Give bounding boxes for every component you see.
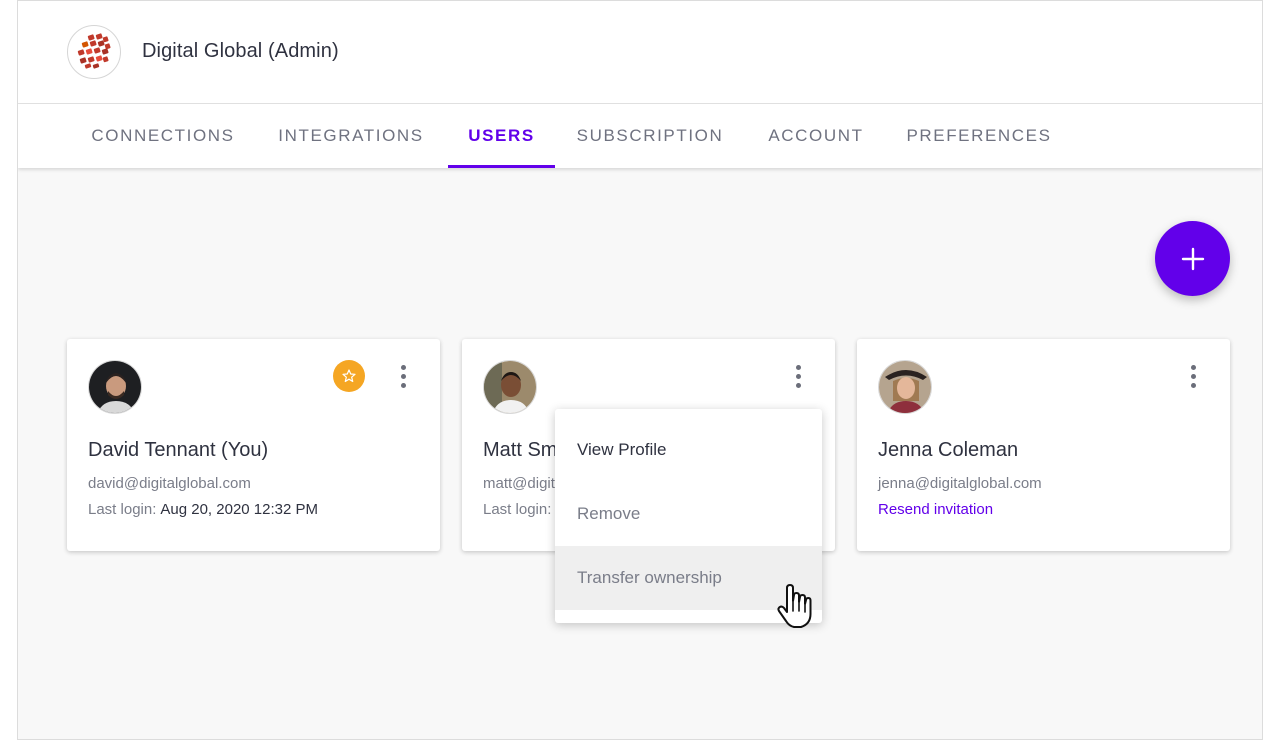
org-title: Digital Global (Admin) [142,40,339,62]
resend-invitation-link[interactable]: Resend invitation [878,501,993,518]
owner-badge [333,360,365,392]
user-card-david: David Tennant (You) david@digitalglobal.… [67,339,440,551]
more-options-icon[interactable] [786,361,810,391]
last-login-label: Last login: [88,501,157,518]
last-login: Last login: [483,501,563,518]
user-name: David Tennant (You) [88,439,269,461]
user-email: matt@digitalglobal.com [483,475,563,492]
app-frame: Digital Global (Admin) CONNECTIONS INTEG… [17,0,1263,740]
tab-subscription[interactable]: SUBSCRIPTION [558,104,742,168]
tab-integrations[interactable]: INTEGRATIONS [258,104,444,168]
tab-preferences[interactable]: PREFERENCES [888,104,1070,168]
user-name: Matt Smith [483,439,563,461]
avatar [878,360,932,414]
tab-users[interactable]: USERS [448,104,555,168]
user-card-jenna: Jenna Coleman jenna@digitalglobal.com Re… [857,339,1230,551]
tab-account[interactable]: ACCOUNT [746,104,886,168]
user-email: david@digitalglobal.com [88,475,251,492]
avatar [483,360,537,414]
more-options-icon[interactable] [1181,361,1205,391]
tab-bar: CONNECTIONS INTEGRATIONS USERS SUBSCRIPT… [18,104,1262,168]
org-logo [67,25,121,79]
tab-connections[interactable]: CONNECTIONS [68,104,258,168]
last-login-label: Last login: [483,501,552,518]
header: Digital Global (Admin) [18,0,1262,104]
menu-item-remove[interactable]: Remove [555,482,822,546]
more-options-icon[interactable] [391,361,415,391]
avatar [88,360,142,414]
add-user-button[interactable] [1155,221,1230,296]
hand-cursor-icon [777,584,812,628]
plus-icon [1181,247,1204,270]
star-icon [342,369,356,383]
user-email: jenna@digitalglobal.com [878,475,1042,492]
last-login: Last login: Aug 20, 2020 12:32 PM [88,501,318,518]
last-login-value: Aug 20, 2020 12:32 PM [160,501,319,518]
user-name: Jenna Coleman [878,439,1019,461]
menu-item-view-profile[interactable]: View Profile [555,418,822,482]
